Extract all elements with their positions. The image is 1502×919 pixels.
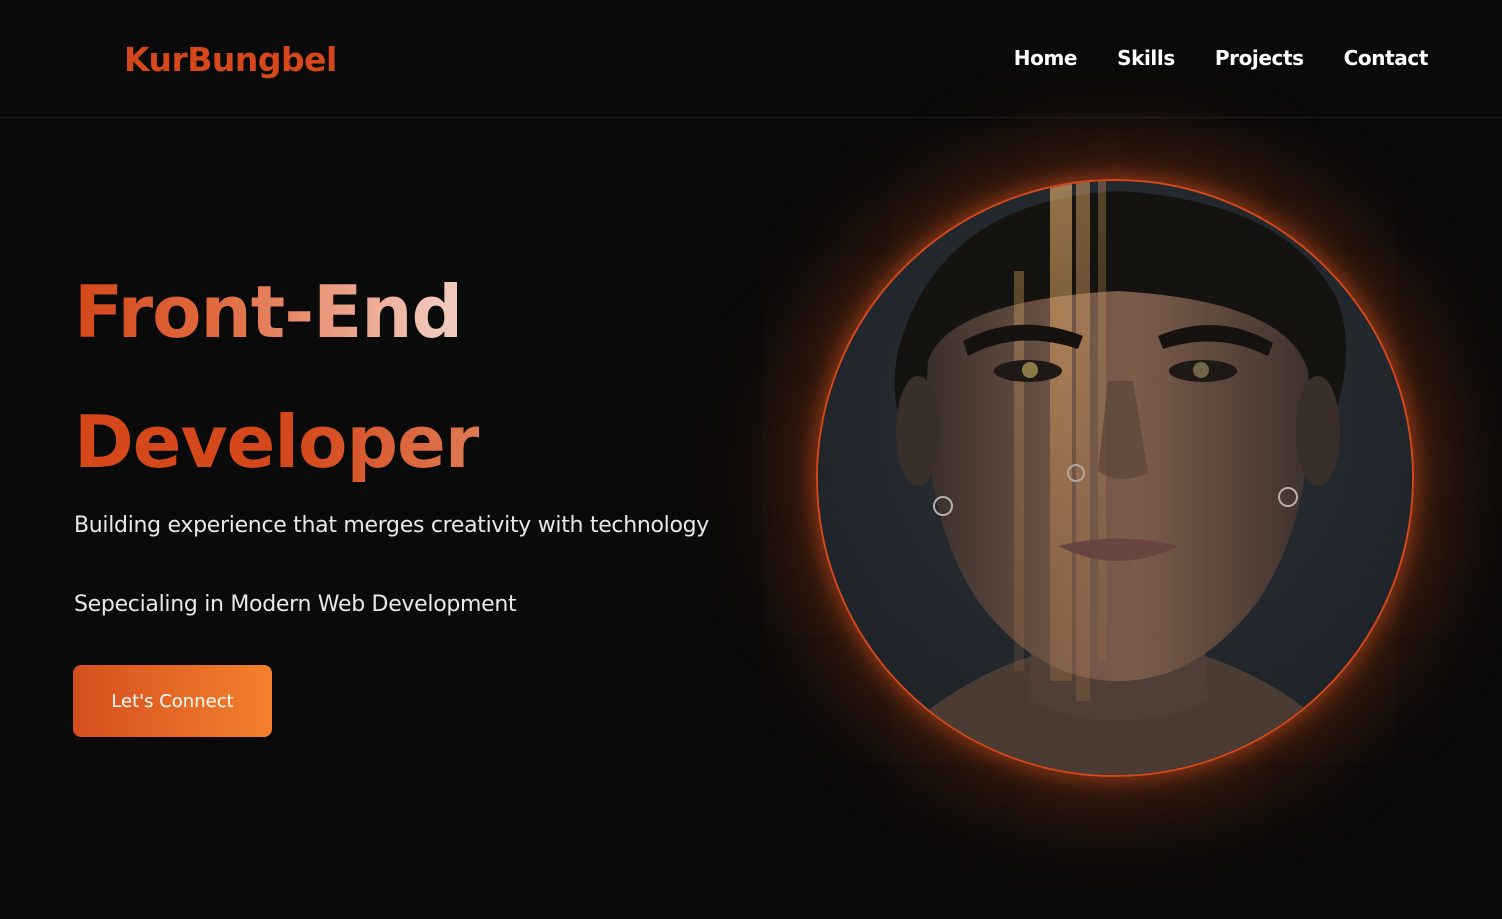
portrait-illustration [818,181,1412,775]
nav-links: Home Skills Projects Contact [1014,46,1429,70]
hero-section: Front-End Developer Building experience … [0,119,1502,919]
hero-subtitle-1: Building experience that merges creativi… [74,513,710,538]
headline-line-1: Front-End [74,247,479,377]
headline-line-2: Developer [74,377,480,507]
site-logo[interactable]: KurBungbel [124,40,337,79]
portrait-photo [816,179,1414,777]
lets-connect-button[interactable]: Let's Connect [73,665,272,737]
nav-home-link[interactable]: Home [1014,46,1078,70]
hero-subtitle-2: Sepecialing in Modern Web Development [74,592,517,617]
nav-contact-link[interactable]: Contact [1344,46,1429,70]
hero-headline: Front-End Developer [74,247,480,507]
nav-skills-link[interactable]: Skills [1117,46,1175,70]
nav-projects-link[interactable]: Projects [1215,46,1304,70]
navbar: KurBungbel Home Skills Projects Contact [0,0,1502,118]
